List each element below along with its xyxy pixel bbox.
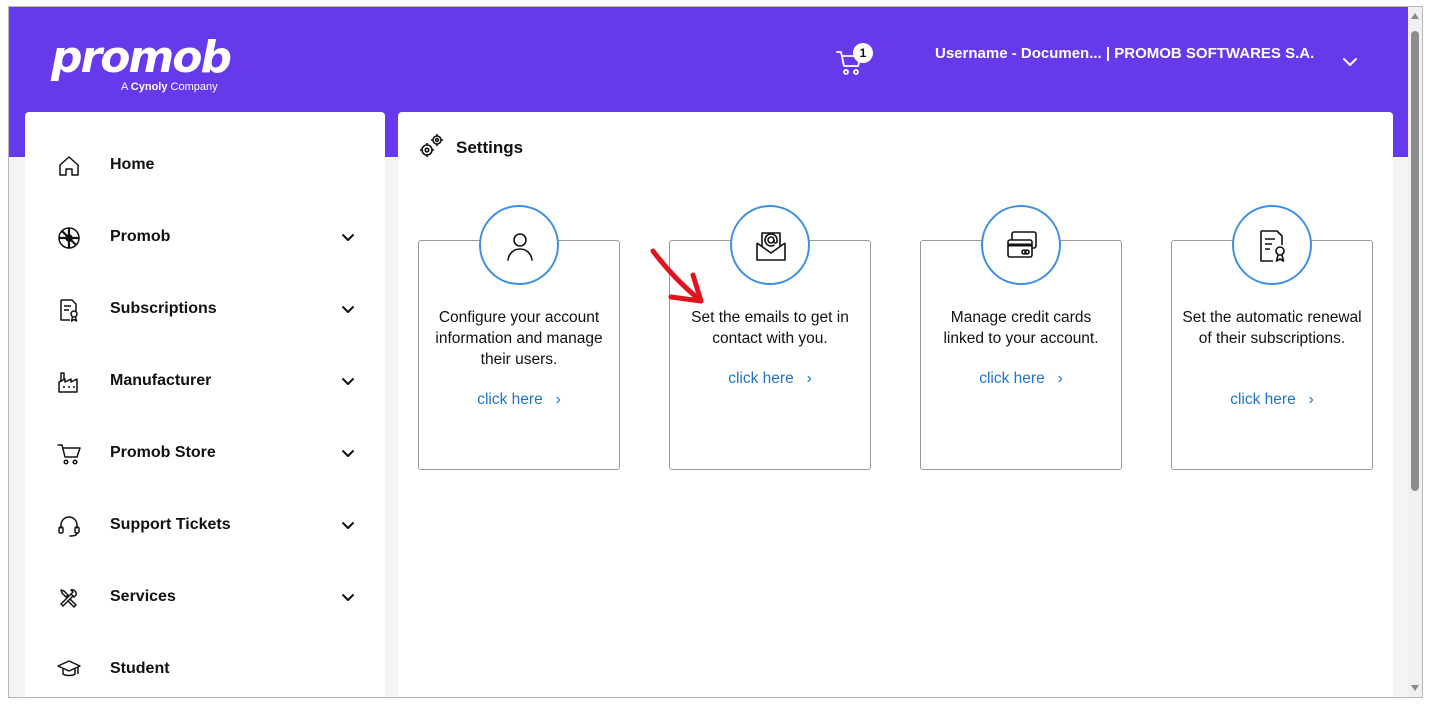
sidebar-item-label: Services — [110, 588, 176, 605]
settings-card-credit-cards: Manage credit cards linked to your accou… — [920, 205, 1122, 470]
card-description: Configure your account information and m… — [435, 309, 603, 368]
credit-card-icon — [1007, 231, 1037, 258]
sidebar-item-services[interactable]: Services — [25, 570, 385, 626]
chevron-down-icon — [342, 522, 354, 529]
user-icon — [507, 233, 533, 261]
chevron-right-icon: › — [798, 370, 812, 387]
sidebar-item-support-tickets[interactable]: Support Tickets — [25, 498, 385, 554]
main-content: Settings Configure your account informat… — [398, 112, 1393, 697]
sidebar-item-label: Subscriptions — [110, 300, 217, 317]
headset-icon — [58, 516, 80, 537]
tools-icon — [60, 589, 77, 608]
certificate-icon — [1260, 230, 1285, 262]
credit-cards-click-here-link[interactable]: click here › — [921, 370, 1121, 388]
renewal-click-here-link[interactable]: click here › — [1172, 391, 1372, 409]
sidebar-item-label: Support Tickets — [110, 516, 231, 533]
chevron-right-icon: › — [1049, 370, 1063, 387]
logo-tagline: A Cynoly Company — [121, 81, 218, 93]
settings-card-renewal: Set the automatic renewal of their subsc… — [1171, 205, 1373, 470]
link-label: click here — [1230, 391, 1296, 408]
chevron-right-icon: › — [547, 391, 561, 408]
sidebar-nav: Home Promob Subscriptions Manufacturer P… — [25, 112, 385, 697]
sidebar-item-label: Home — [110, 156, 155, 173]
factory-icon — [58, 372, 78, 393]
sidebar-item-label: Promob — [110, 228, 171, 245]
card-description: Set the automatic renewal of their subsc… — [1182, 309, 1362, 347]
account-click-here-link[interactable]: click here › — [419, 391, 619, 409]
chevron-down-icon[interactable] — [1341, 53, 1359, 71]
card-icon-circle — [730, 205, 810, 285]
gears-icon — [420, 134, 443, 157]
promob-logo[interactable]: promob A Cynoly Company — [51, 32, 232, 94]
sidebar-item-promob-store[interactable]: Promob Store — [25, 426, 385, 482]
cart-count-badge: 1 — [853, 43, 873, 63]
sidebar-item-subscriptions[interactable]: Subscriptions — [25, 282, 385, 338]
red-annotation-arrow-icon — [650, 248, 704, 304]
subscriptions-icon — [60, 299, 78, 322]
home-icon — [59, 156, 79, 176]
sidebar-item-manufacturer[interactable]: Manufacturer — [25, 354, 385, 410]
chevron-down-icon — [342, 378, 354, 385]
email-icon — [756, 232, 786, 261]
link-label: click here — [477, 391, 543, 408]
scroll-up-arrow-icon[interactable] — [1411, 13, 1419, 19]
card-description: Set the emails to get in contact with yo… — [691, 309, 849, 347]
chevron-down-icon — [342, 594, 354, 601]
sidebar-item-home[interactable]: Home — [25, 138, 385, 194]
user-account-label[interactable]: Username - Documen... | PROMOB SOFTWARES… — [935, 43, 1315, 64]
link-label: click here — [728, 370, 794, 387]
sidebar-item-label: Promob Store — [110, 444, 216, 461]
emails-click-here-link[interactable]: click here › — [670, 370, 870, 388]
chevron-right-icon: › — [1300, 391, 1314, 408]
sidebar-item-label: Manufacturer — [110, 372, 212, 389]
card-icon-circle — [981, 205, 1061, 285]
settings-card-account: Configure your account information and m… — [418, 205, 620, 470]
link-label: click here — [979, 370, 1045, 387]
scrollbar-thumb[interactable] — [1411, 31, 1419, 491]
chevron-down-icon — [342, 306, 354, 313]
promob-icon — [58, 227, 80, 249]
logo-wordmark: promob — [51, 32, 232, 83]
card-description: Manage credit cards linked to your accou… — [943, 309, 1099, 347]
scroll-down-arrow-icon[interactable] — [1411, 685, 1419, 691]
card-icon-circle — [479, 205, 559, 285]
browser-frame: promob A Cynoly Company 1 Username - Doc… — [8, 6, 1423, 698]
vertical-scrollbar[interactable] — [1408, 7, 1422, 697]
chevron-down-icon — [342, 234, 354, 241]
card-icon-circle — [1232, 205, 1312, 285]
graduation-cap-icon — [57, 660, 81, 677]
cart-icon — [57, 444, 81, 465]
sidebar-item-promob[interactable]: Promob — [25, 210, 385, 266]
sidebar-item-student[interactable]: Student — [25, 642, 385, 697]
page-title: Settings — [456, 138, 524, 157]
sidebar-item-label: Student — [110, 660, 170, 677]
chevron-down-icon — [342, 450, 354, 457]
